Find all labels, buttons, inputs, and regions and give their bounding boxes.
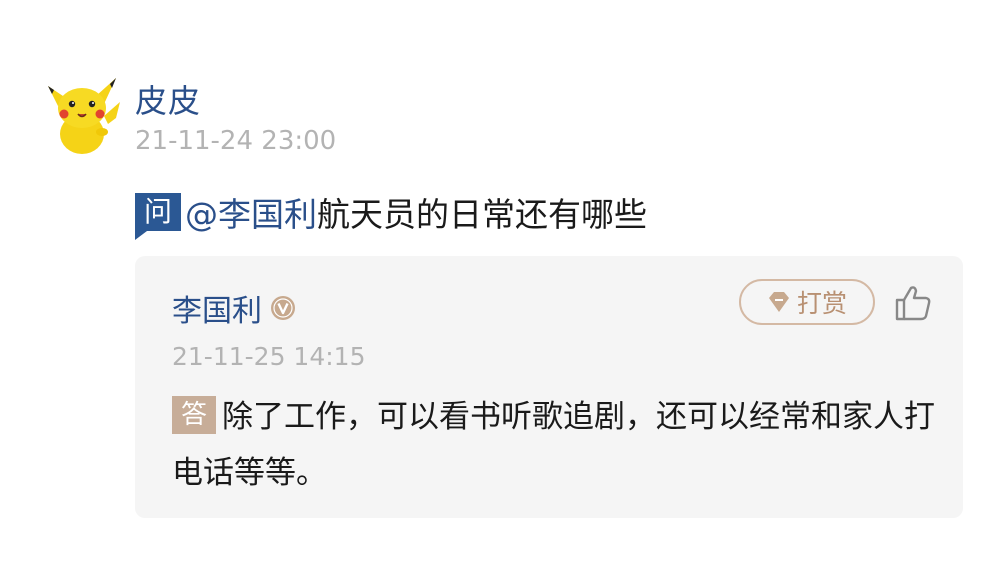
mention-link[interactable]: @李国利 [185,188,317,236]
answer-timestamp: 21-11-25 14:15 [172,342,366,371]
answer-text: 除了工作，可以看书听歌追剧，还可以经常和家人打电话等等。 [172,399,935,491]
diamond-icon [768,292,789,312]
ask-badge: 问 [135,193,181,240]
thumbs-up-icon[interactable] [893,283,933,323]
answerer-name[interactable]: 李国利 [172,286,262,330]
tip-button[interactable]: 打赏 [739,279,875,325]
pikachu-avatar-icon[interactable] [42,72,122,156]
verified-v-icon [271,296,295,320]
ask-badge-tail [135,231,147,240]
answer-badge: 答 [172,396,216,434]
author-name[interactable]: 皮皮 [135,76,201,122]
answer-card: 李国利 21-11-25 14:15 打赏 答除了工作，可以看书听歌追剧，还可以… [135,256,963,518]
answerer: 李国利 [172,286,296,330]
question-text: 航天员的日常还有哪些 [317,195,647,234]
ask-badge-label: 问 [143,195,172,228]
answer-body: 答除了工作，可以看书听歌追剧，还可以经常和家人打电话等等。 [172,389,942,501]
qa-post: 皮皮 21-11-24 23:00 问 @李国利 航天员的日常还有哪些 李国利 … [0,0,1000,568]
tip-button-label: 打赏 [796,289,847,318]
question: 问 @李国利 航天员的日常还有哪些 [135,188,647,240]
post-timestamp: 21-11-24 23:00 [135,126,337,156]
